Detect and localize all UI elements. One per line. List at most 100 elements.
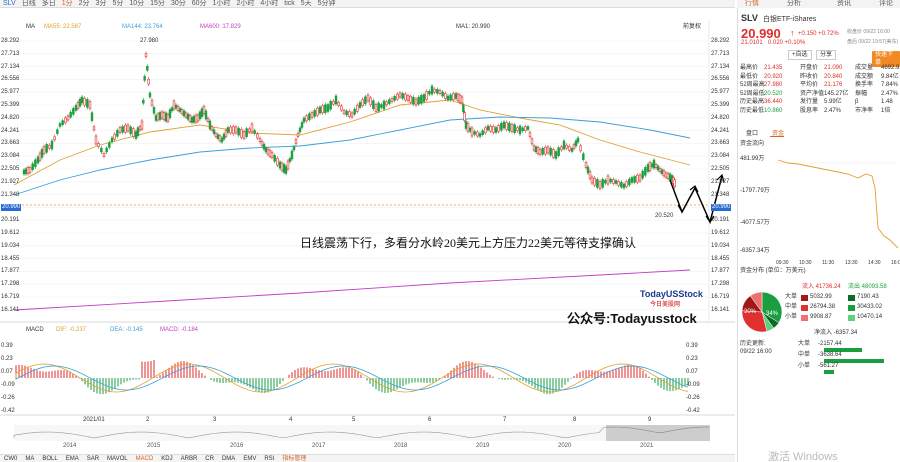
price-up-arrow: ↑ [790, 28, 795, 38]
candle-body [150, 99, 154, 106]
candle-body [61, 120, 64, 125]
right-panel-tabs: 行情 分析 资讯 评论 [737, 0, 900, 8]
candle-body [38, 152, 42, 161]
candle-body [342, 110, 346, 114]
stat-cell: 发行量 [800, 99, 819, 106]
y-axis-left-label: 17.298 [1, 281, 20, 288]
candle-body [80, 96, 84, 104]
stat-cell: 振幅 [855, 90, 868, 97]
tab-news[interactable]: 资讯 [837, 0, 851, 8]
candle-body [658, 168, 662, 172]
candle-body [226, 127, 230, 133]
candle-body [673, 179, 676, 188]
candle-body [212, 129, 216, 134]
candle-body [364, 96, 367, 105]
y-axis-left-label: 19.612 [1, 230, 20, 236]
net-bar [824, 370, 834, 374]
tab-quote[interactable]: 行情 [745, 0, 759, 8]
candle-body [444, 93, 447, 99]
candle-body [116, 130, 119, 137]
indicator-tab[interactable]: ARBR [181, 456, 198, 462]
candle-body [256, 133, 259, 139]
candle-body [409, 96, 412, 103]
add-watchlist-button[interactable]: +自选 [788, 50, 812, 60]
dist-row-in: 5032.99 [810, 294, 832, 300]
macd-axis-label-left: 0.07 [1, 369, 13, 375]
candle-body [316, 107, 319, 116]
y-axis-left-label: 16.141 [1, 306, 20, 313]
candle-body [202, 106, 206, 114]
candle-body [110, 137, 114, 143]
tab-pankou[interactable]: 盘口 [746, 128, 758, 137]
indicator-tab[interactable]: KDJ [161, 456, 172, 462]
indicator-tab[interactable]: CW0 [4, 456, 17, 462]
candle-body [64, 117, 67, 124]
candle-body [92, 126, 96, 131]
candle-body [361, 99, 364, 106]
y-axis-right-label: 17.877 [711, 268, 730, 275]
candle-body [604, 179, 607, 184]
candle-body [348, 111, 351, 117]
candle-body [74, 105, 78, 111]
tab-comments[interactable]: 评论 [879, 0, 893, 8]
share-button[interactable]: 分享 [816, 50, 837, 60]
stat-cell: 昨收价 [800, 73, 819, 80]
year-label: 2015 [147, 443, 161, 449]
candle-body [441, 91, 444, 97]
candle-body [136, 127, 140, 136]
net-row-label: 大单 [798, 341, 811, 347]
y-axis-right-label: 24.241 [711, 127, 730, 134]
candle-body [601, 179, 604, 188]
indicator-tab[interactable]: EMA [66, 456, 79, 462]
y-axis-right-label: 18.455 [711, 255, 730, 262]
candle-body [182, 110, 186, 117]
candle-body [630, 177, 634, 183]
net-row-label: 中单 [798, 352, 811, 358]
candle-body [456, 94, 460, 101]
candle-body [524, 126, 527, 131]
overview-window[interactable] [606, 425, 710, 441]
candle-body [390, 98, 394, 102]
candle-body [268, 150, 272, 157]
candle-body [143, 76, 146, 81]
legend-ma: MA [26, 24, 35, 30]
tab-analysis[interactable]: 分析 [787, 0, 801, 8]
indicator-tab[interactable]: DMA [222, 456, 235, 462]
kline-chart[interactable] [0, 0, 735, 454]
indicator-tab[interactable]: 指标管理 [282, 456, 306, 462]
adjust-mode[interactable]: 前复权 [683, 22, 701, 32]
candle-body [398, 92, 402, 98]
indicator-tab[interactable]: CR [205, 456, 214, 462]
candle-body [156, 113, 160, 121]
candle-body [200, 108, 204, 117]
candle-body [579, 145, 582, 152]
candle-body [284, 166, 288, 174]
candle-body [636, 174, 639, 183]
candle-body [278, 161, 282, 169]
y-axis-left-label: 19.034 [1, 242, 20, 249]
indicator-tab[interactable]: SAR [87, 456, 99, 462]
indicator-tab[interactable]: MA [25, 456, 34, 462]
stat-cell: 10.860 [764, 108, 783, 114]
indicator-tab[interactable]: MACD [136, 456, 154, 462]
y-axis-left-label: 21.348 [1, 191, 20, 198]
ah-label: 盘后 09/22 19:57(美东) [847, 39, 899, 45]
year-label: 2019 [476, 443, 490, 449]
candle-body [76, 102, 80, 109]
candle-body [470, 127, 474, 137]
macd-axis-label-left: -0.26 [1, 395, 15, 401]
candle-body [396, 93, 399, 100]
indicator-tab[interactable]: BOLL [42, 456, 57, 462]
candle-body [286, 160, 290, 170]
candle-body [204, 110, 208, 120]
indicator-tab[interactable]: RSI [264, 456, 274, 462]
candle-body [270, 152, 274, 158]
candle-body [69, 111, 72, 118]
stat-cell: 20.520 [764, 90, 783, 97]
stat-cell: 2.47% [881, 90, 899, 97]
candle-body [486, 125, 490, 131]
indicator-tab[interactable]: EMV [243, 456, 256, 462]
stat-cell: 成交量 [855, 65, 874, 71]
candle-body [497, 125, 500, 132]
indicator-tab[interactable]: MAVOL [107, 456, 128, 462]
